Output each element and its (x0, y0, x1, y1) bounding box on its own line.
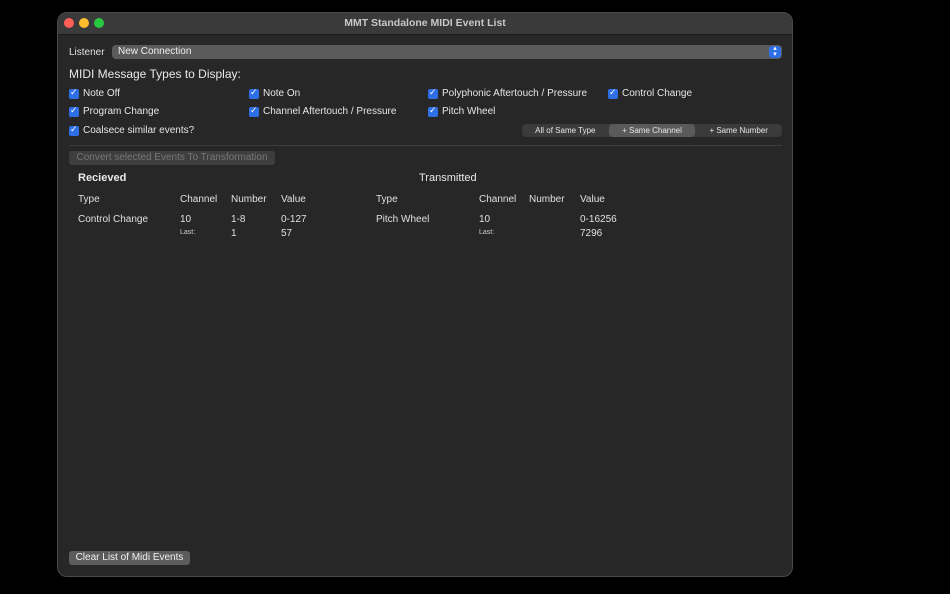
chevron-up-down-icon: ▴ ▾ (769, 45, 781, 58)
received-col-number: Number (231, 194, 267, 205)
checkmark-icon: ✓ (609, 87, 617, 97)
received-last-value: 57 (281, 228, 293, 239)
coalesce-label: Coalsece similar events? (83, 125, 195, 136)
pitch-wheel-checkbox[interactable]: ✓ (428, 105, 438, 117)
transmitted-col-channel: Channel (479, 194, 517, 205)
received-heading: Recieved (78, 172, 127, 184)
note-on-label: Note On (263, 88, 301, 99)
types-heading: MIDI Message Types to Display: (69, 67, 241, 81)
segment-same-number[interactable]: + Same Number (695, 124, 782, 137)
received-row-value: 0-127 (281, 214, 307, 225)
segment-all-same-type[interactable]: All of Same Type (522, 124, 609, 137)
transmitted-heading: Transmitted (419, 172, 477, 184)
listener-label: Listener (69, 47, 105, 58)
transmitted-row-value: 0-16256 (580, 214, 617, 225)
received-row-number: 1-8 (231, 214, 246, 225)
title-bar[interactable]: MMT Standalone MIDI Event List (58, 13, 792, 35)
window-title: MMT Standalone MIDI Event List (344, 17, 506, 29)
listener-value: New Connection (118, 46, 192, 57)
channel-aftertouch-checkbox[interactable]: ✓ (249, 105, 259, 117)
convert-events-button[interactable]: Convert selected Events To Transformatio… (69, 151, 275, 165)
received-col-channel: Channel (180, 194, 218, 205)
poly-aftertouch-label: Polyphonic Aftertouch / Pressure (442, 88, 588, 99)
clear-events-button[interactable]: Clear List of Midi Events (69, 551, 190, 565)
transmitted-last-value: 7296 (580, 228, 603, 239)
channel-aftertouch-label: Channel Aftertouch / Pressure (263, 106, 397, 117)
received-row-channel: 10 (180, 214, 192, 225)
checkmark-icon: ✓ (429, 105, 437, 115)
checkmark-icon: ✓ (70, 105, 78, 115)
note-on-checkbox[interactable]: ✓ (249, 87, 259, 99)
checkmark-icon: ✓ (429, 87, 437, 97)
transmitted-row-type[interactable]: Pitch Wheel (376, 214, 429, 225)
received-col-type: Type (78, 194, 100, 205)
program-change-checkbox[interactable]: ✓ (69, 105, 79, 117)
close-window-button[interactable] (64, 18, 74, 28)
control-change-label: Control Change (622, 88, 693, 99)
poly-aftertouch-checkbox[interactable]: ✓ (428, 87, 438, 99)
note-off-label: Note Off (83, 88, 121, 99)
transmitted-col-number: Number (529, 194, 565, 205)
transmitted-last-label: Last: (479, 229, 495, 236)
main-window: MMT Standalone MIDI Event List Listener … (57, 12, 793, 577)
program-change-label: Program Change (83, 106, 160, 117)
pitch-wheel-label: Pitch Wheel (442, 106, 496, 117)
transmitted-col-value: Value (580, 194, 605, 205)
received-row-type[interactable]: Control Change (78, 214, 148, 225)
transmitted-row-channel: 10 (479, 214, 491, 225)
checkmark-icon: ✓ (250, 105, 258, 115)
checkmark-icon: ✓ (70, 87, 78, 97)
zoom-window-button[interactable] (94, 18, 104, 28)
control-change-checkbox[interactable]: ✓ (608, 87, 618, 99)
checkmark-icon: ✓ (70, 124, 78, 134)
grouping-segmented-control: All of Same Type + Same Channel + Same N… (522, 124, 782, 137)
segment-same-channel[interactable]: + Same Channel (608, 124, 696, 137)
divider (69, 145, 782, 146)
minimize-window-button[interactable] (79, 18, 89, 28)
received-last-number: 1 (231, 228, 237, 239)
checkmark-icon: ✓ (250, 87, 258, 97)
note-off-checkbox[interactable]: ✓ (69, 87, 79, 99)
coalesce-checkbox[interactable]: ✓ (69, 124, 79, 136)
listener-popup[interactable]: New Connection ▴ ▾ (112, 45, 782, 59)
received-last-label: Last: (180, 229, 196, 236)
received-col-value: Value (281, 194, 306, 205)
transmitted-col-type: Type (376, 194, 398, 205)
